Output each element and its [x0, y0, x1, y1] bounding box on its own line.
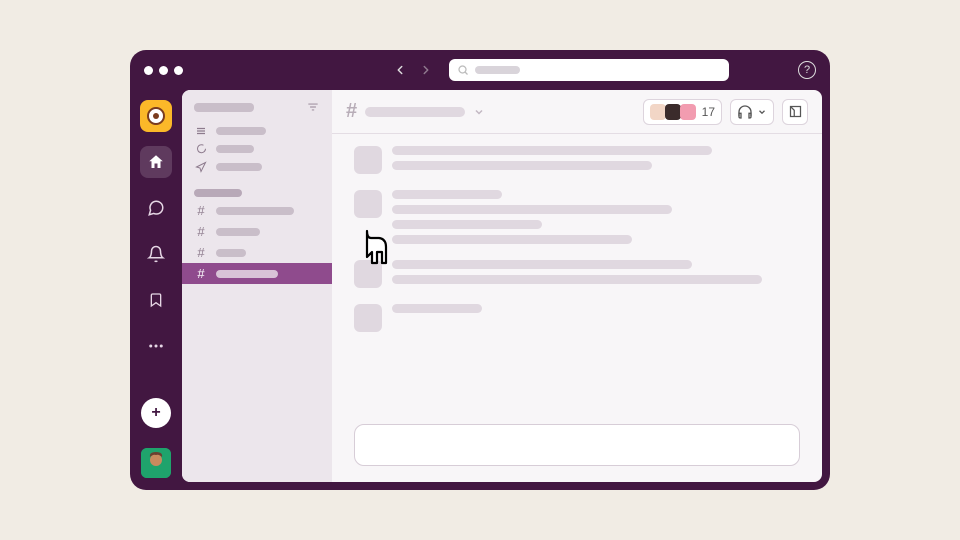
member-avatar — [665, 104, 681, 120]
home-icon — [147, 153, 165, 171]
sidebar-item-label — [216, 163, 262, 171]
nav-home[interactable] — [140, 146, 172, 178]
message-avatar — [354, 304, 382, 332]
message[interactable] — [354, 260, 800, 288]
section-label — [194, 189, 242, 197]
compose-button[interactable]: + — [141, 398, 171, 428]
search-icon — [457, 64, 469, 76]
channel-name — [216, 270, 278, 278]
member-avatar — [680, 104, 696, 120]
channel-name — [216, 228, 260, 236]
huddle-button[interactable] — [730, 99, 774, 125]
dm-icon — [147, 199, 165, 217]
sidebar-item-drafts[interactable] — [182, 158, 332, 176]
workspace-switcher[interactable] — [140, 100, 172, 132]
nav-dms[interactable] — [140, 192, 172, 224]
message-line — [392, 190, 502, 199]
message[interactable] — [354, 304, 800, 332]
help-button[interactable]: ? — [798, 61, 816, 79]
message-line — [392, 220, 542, 229]
message-line — [392, 146, 712, 155]
close-dot[interactable] — [144, 66, 153, 75]
nav-later[interactable] — [140, 284, 172, 316]
message-line — [392, 260, 692, 269]
forward-button[interactable] — [417, 61, 435, 79]
message-line — [392, 205, 672, 214]
unreads-icon — [194, 125, 208, 137]
filter-icon — [306, 100, 320, 114]
back-button[interactable] — [391, 61, 409, 79]
message[interactable] — [354, 190, 800, 244]
message-line — [392, 304, 482, 313]
channel-view: # 17 — [332, 90, 822, 482]
message-list[interactable] — [332, 134, 822, 424]
channel-item[interactable]: # — [182, 200, 332, 221]
channel-sidebar: # # # # — [182, 90, 332, 482]
chevron-down-icon — [473, 106, 485, 118]
hash-icon: # — [194, 203, 208, 218]
window-controls[interactable] — [144, 66, 183, 75]
channel-name — [216, 249, 246, 257]
bell-icon — [147, 245, 165, 263]
channel-item[interactable]: # — [182, 242, 332, 263]
search-input[interactable] — [449, 59, 729, 81]
hash-icon: # — [346, 100, 357, 123]
hash-icon: # — [194, 245, 208, 260]
avatar-icon — [141, 448, 171, 478]
member-avatar — [650, 104, 666, 120]
message-line — [392, 161, 652, 170]
filter-button[interactable] — [306, 100, 320, 114]
search-placeholder — [475, 66, 520, 74]
channel-item-selected[interactable]: # — [182, 263, 332, 284]
hash-icon: # — [194, 266, 208, 281]
canvas-icon — [788, 104, 803, 119]
sidebar-item-unreads[interactable] — [182, 122, 332, 140]
workspace-logo-icon — [147, 107, 165, 125]
headphones-icon — [737, 104, 753, 120]
user-avatar[interactable] — [141, 448, 171, 478]
zoom-dot[interactable] — [174, 66, 183, 75]
channel-item[interactable]: # — [182, 221, 332, 242]
member-list-button[interactable]: 17 — [643, 99, 722, 125]
sidebar-item-threads[interactable] — [182, 140, 332, 158]
message[interactable] — [354, 146, 800, 174]
channel-title[interactable] — [365, 107, 465, 117]
sidebar-item-label — [216, 145, 254, 153]
message-avatar — [354, 146, 382, 174]
more-icon — [147, 337, 165, 355]
channel-name — [216, 207, 294, 215]
message-avatar — [354, 260, 382, 288]
message-composer[interactable] — [354, 424, 800, 466]
chevron-down-icon — [757, 107, 767, 117]
bookmark-icon — [148, 291, 164, 309]
message-line — [392, 235, 632, 244]
main-panel: # # # # # — [182, 90, 822, 482]
nav-more[interactable] — [140, 330, 172, 362]
send-icon — [194, 161, 208, 173]
history-nav — [391, 61, 435, 79]
channel-header: # 17 — [332, 90, 822, 134]
threads-icon — [194, 143, 208, 155]
workspace-name[interactable] — [194, 103, 254, 112]
member-count: 17 — [702, 105, 715, 119]
message-line — [392, 275, 762, 284]
message-avatar — [354, 190, 382, 218]
sidebar-item-label — [216, 127, 266, 135]
sidebar-section-channels[interactable] — [182, 186, 332, 200]
nav-activity[interactable] — [140, 238, 172, 270]
minimize-dot[interactable] — [159, 66, 168, 75]
workspace-rail: + — [130, 90, 182, 490]
canvas-button[interactable] — [782, 99, 808, 125]
hash-icon: # — [194, 224, 208, 239]
app-window: ? + — [130, 50, 830, 490]
titlebar: ? — [130, 50, 830, 90]
